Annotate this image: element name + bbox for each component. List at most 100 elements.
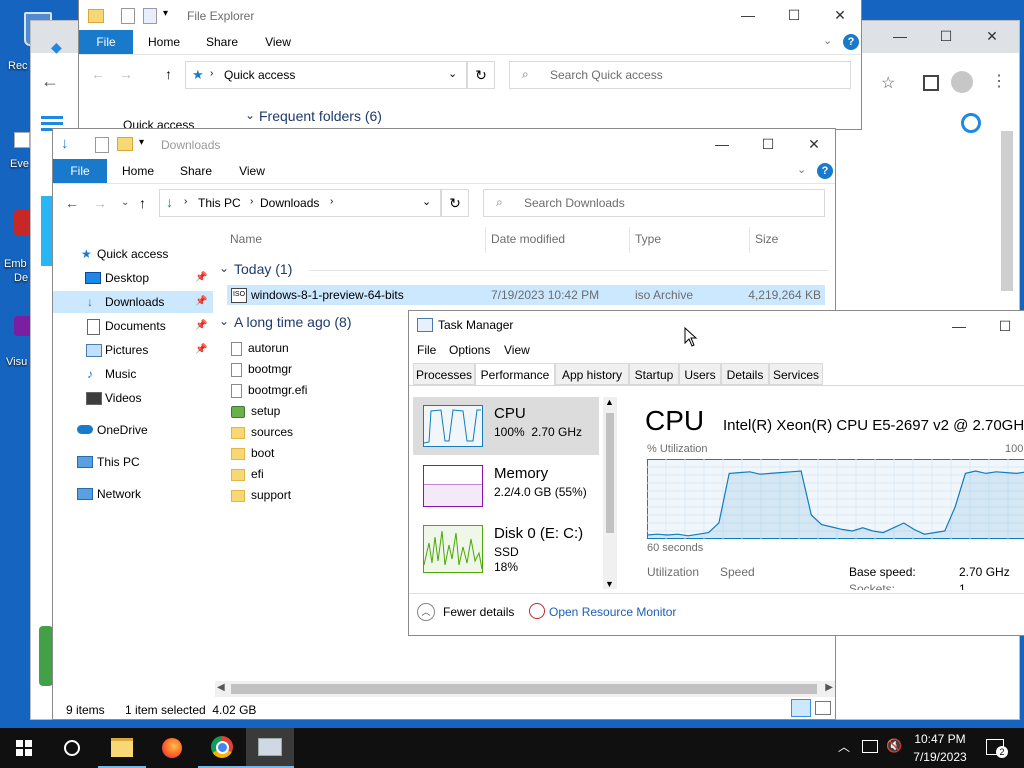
- breadcrumb-downloads[interactable]: Downloads: [260, 196, 319, 210]
- fewer-details-button[interactable]: Fewer details: [443, 605, 514, 619]
- folder-row[interactable]: sources: [231, 422, 293, 442]
- qat-dropdown-icon[interactable]: ▾: [163, 8, 168, 19]
- refresh-button[interactable]: ↻: [441, 189, 469, 217]
- tab-processes[interactable]: Processes: [413, 363, 475, 385]
- folder-row[interactable]: support: [231, 485, 291, 505]
- nav-quick-access[interactable]: ★ Quick access: [53, 243, 213, 265]
- minimize-button[interactable]: —: [725, 0, 771, 30]
- nav-documents[interactable]: Documents 📌: [53, 315, 213, 337]
- group-old-chevron-icon[interactable]: ⌄: [219, 314, 229, 328]
- properties-icon[interactable]: [95, 137, 109, 153]
- folder-row[interactable]: efi: [231, 464, 264, 484]
- back-button[interactable]: ←: [91, 66, 105, 82]
- tab-startup[interactable]: Startup: [629, 363, 679, 385]
- tab-services[interactable]: Services: [769, 363, 823, 385]
- horizontal-scrollbar[interactable]: ◀ ▶: [215, 681, 835, 697]
- maximize-button[interactable]: ☐: [982, 311, 1024, 341]
- nav-downloads[interactable]: ↓ Downloads 📌: [53, 291, 213, 313]
- column-header-date-modified[interactable]: Date modified: [491, 232, 565, 246]
- help-icon[interactable]: ?: [843, 34, 859, 50]
- nav-videos[interactable]: Videos: [53, 387, 213, 409]
- tab-details[interactable]: Details: [721, 363, 769, 385]
- new-folder-icon[interactable]: [143, 8, 157, 24]
- file-row-selected[interactable]: ISO windows-8-1-preview-64-bits 7/19/202…: [227, 285, 825, 305]
- file-row[interactable]: autorun: [231, 338, 289, 358]
- tab-home[interactable]: Home: [139, 30, 189, 54]
- resource-cpu[interactable]: CPU 100% 2.70 GHz: [413, 397, 599, 455]
- scroll-up-icon[interactable]: ▲: [605, 397, 614, 407]
- scrollbar-thumb[interactable]: [231, 684, 817, 694]
- pin-icon[interactable]: 📌: [195, 267, 207, 289]
- tab-home[interactable]: Home: [113, 159, 163, 183]
- breadcrumb-this-pc[interactable]: This PC: [198, 196, 241, 210]
- app-shortcut-icon[interactable]: [14, 132, 30, 148]
- pin-icon[interactable]: 📌: [195, 315, 207, 337]
- collapse-chevron-icon[interactable]: ⌄: [245, 108, 255, 122]
- taskbar-firefox[interactable]: [148, 728, 196, 768]
- tab-users[interactable]: Users: [679, 363, 721, 385]
- scroll-left-icon[interactable]: ◀: [217, 682, 225, 693]
- frequent-folders-header[interactable]: Frequent folders (6): [259, 108, 382, 124]
- group-today-header[interactable]: Today (1): [234, 261, 292, 277]
- ribbon-expand-icon[interactable]: ⌄: [797, 163, 806, 176]
- tab-share[interactable]: Share: [197, 30, 247, 54]
- details-view-icon[interactable]: [791, 699, 811, 717]
- group-today-chevron-icon[interactable]: ⌄: [219, 261, 229, 275]
- browser-close-button[interactable]: ✕: [969, 21, 1015, 51]
- file-row[interactable]: setup: [231, 401, 280, 421]
- back-button[interactable]: ←: [65, 195, 79, 211]
- scroll-right-icon[interactable]: ▶: [825, 682, 833, 693]
- nav-pictures[interactable]: Pictures 📌: [53, 339, 213, 361]
- collapse-up-icon[interactable]: ︿: [417, 603, 435, 621]
- resource-list-scrollbar[interactable]: ▲ ▼: [603, 397, 617, 589]
- browser-back-icon[interactable]: ←: [41, 71, 59, 92]
- address-dropdown-icon[interactable]: ⌄: [448, 67, 457, 80]
- tab-share[interactable]: Share: [171, 159, 221, 183]
- menu-file[interactable]: File: [417, 343, 436, 357]
- scrollbar-thumb[interactable]: [606, 413, 614, 533]
- minimize-button[interactable]: —: [936, 311, 982, 341]
- nav-desktop[interactable]: Desktop 📌: [53, 267, 213, 289]
- clock-time[interactable]: 10:47 PM: [912, 732, 968, 746]
- ribbon-expand-icon[interactable]: ⌄: [823, 34, 832, 47]
- profile-avatar[interactable]: [951, 71, 973, 93]
- column-header-type[interactable]: Type: [635, 232, 661, 246]
- properties-icon[interactable]: [121, 8, 135, 24]
- minimize-button[interactable]: —: [699, 129, 745, 159]
- show-hidden-icons[interactable]: ︿: [838, 738, 850, 755]
- menu-options[interactable]: Options: [449, 343, 490, 357]
- search-quick-access-input[interactable]: ⌕ Search Quick access: [509, 61, 851, 89]
- help-icon[interactable]: ?: [817, 163, 833, 179]
- maximize-button[interactable]: ☐: [771, 0, 817, 30]
- tab-file[interactable]: File: [79, 30, 133, 54]
- forward-button[interactable]: →: [119, 66, 133, 82]
- pin-icon[interactable]: 📌: [195, 339, 207, 361]
- pin-icon[interactable]: 📌: [195, 291, 207, 313]
- search-button[interactable]: [48, 728, 96, 768]
- address-bar[interactable]: ↓ › This PC › Downloads › ⌄: [159, 189, 441, 217]
- nav-onedrive[interactable]: OneDrive: [53, 419, 213, 441]
- browser-minimize-button[interactable]: —: [877, 21, 923, 51]
- taskbar-file-explorer[interactable]: [98, 728, 146, 768]
- scroll-down-icon[interactable]: ▼: [605, 579, 614, 589]
- new-folder-icon[interactable]: [117, 137, 133, 151]
- up-button[interactable]: ↑: [165, 66, 172, 82]
- open-resource-monitor-link[interactable]: Open Resource Monitor: [549, 605, 676, 619]
- volume-muted-icon[interactable]: 🔇: [886, 738, 902, 754]
- resource-disk[interactable]: Disk 0 (E: C:) SSD 18%: [413, 517, 599, 575]
- qat-dropdown-icon[interactable]: ▾: [139, 137, 144, 148]
- address-dropdown-icon[interactable]: ⌄: [422, 195, 431, 208]
- bookmark-star-icon[interactable]: ☆: [881, 73, 895, 93]
- folder-row[interactable]: boot: [231, 443, 274, 463]
- browser-menu-icon[interactable]: ⋮: [991, 71, 1007, 91]
- clock-date[interactable]: 7/19/2023: [912, 750, 968, 764]
- file-row[interactable]: bootmgr: [231, 359, 292, 379]
- up-button[interactable]: ↑: [139, 195, 146, 211]
- recent-locations-icon[interactable]: ⌄: [121, 197, 129, 208]
- taskbar-chrome[interactable]: [198, 728, 246, 768]
- nav-this-pc[interactable]: This PC: [53, 451, 213, 473]
- tab-view[interactable]: View: [227, 159, 277, 183]
- tab-performance[interactable]: Performance: [475, 363, 555, 387]
- nav-network[interactable]: Network: [53, 483, 213, 505]
- close-button[interactable]: ✕: [817, 0, 861, 30]
